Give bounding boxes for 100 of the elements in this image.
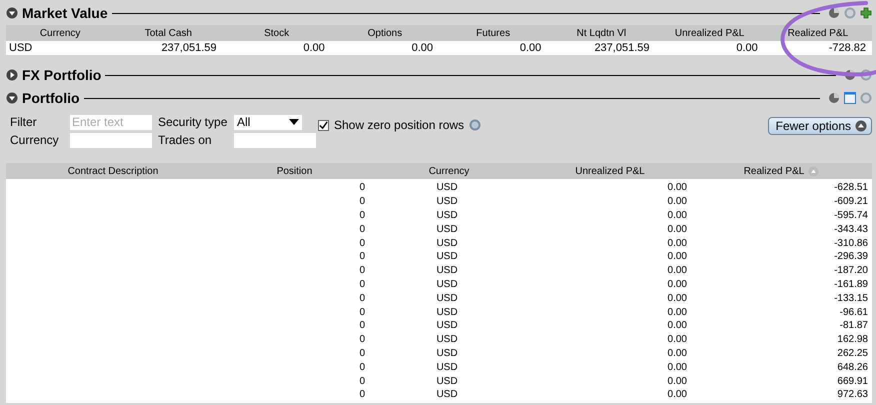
column-header[interactable]: Unrealized P&L [529, 166, 691, 176]
table-cell-text: 0 [358, 320, 366, 332]
column-header[interactable]: Position [220, 166, 369, 176]
table-cell-text: 0 [358, 182, 366, 194]
table-cell-text: USD [435, 389, 459, 400]
column-header[interactable]: Currency [369, 166, 529, 176]
table-cell-text: 0.00 [666, 334, 688, 346]
table-cell-text: USD [435, 251, 459, 262]
pie-chart-icon[interactable] [828, 92, 840, 104]
field-label: Trades on [158, 133, 213, 147]
table-cell-text: -296.39 [833, 251, 869, 262]
table-cell-text: -161.89 [833, 278, 869, 290]
table-cell-text: -187.20 [833, 265, 869, 276]
table-cell-text: 0.00 [666, 348, 688, 359]
table-cell-text: 0.00 [666, 362, 688, 373]
table-cell-text: 0 [358, 251, 366, 262]
column-header[interactable]: Unrealized P&L [656, 28, 764, 38]
filter-field[interactable]: Enter text [70, 114, 152, 130]
table-cell-text: -595.74 [833, 210, 869, 221]
column-header[interactable]: Realized P&L [764, 28, 872, 38]
table-cell-text: 0 [358, 348, 366, 359]
column-header[interactable]: Futures [439, 28, 548, 38]
table-cell-text: 162.98 [836, 334, 869, 346]
table-cell-text: 0 [358, 334, 366, 346]
table-cell-text: 0.00 [410, 42, 434, 54]
table-cell-text: USD [435, 320, 459, 332]
table-cell-text: -81.87 [838, 320, 869, 332]
table-cell-text: 0 [358, 278, 366, 290]
column-header[interactable]: Currency [6, 28, 114, 38]
table-cell-text: USD [435, 334, 459, 346]
table-cell-text: USD [435, 292, 459, 304]
table-cell-text: USD [435, 182, 459, 194]
section-title: FX Portfolio [22, 67, 102, 83]
column-header[interactable]: Contract Description [6, 166, 220, 176]
table-cell-text: -96.61 [838, 306, 869, 318]
table-cell-text: -628.51 [833, 182, 869, 194]
table-cell-text: USD [435, 265, 459, 276]
window-icon[interactable] [844, 92, 856, 104]
section-title: Portfolio [22, 90, 80, 106]
table-cell-text: 0 [358, 292, 366, 304]
table-cell-text: 0 [358, 389, 366, 400]
table-cell-text: 0.00 [666, 376, 688, 387]
table-cell-text: 0.00 [666, 292, 688, 304]
table-cell-text: 0 [358, 362, 366, 373]
table-cell-text: 0.00 [666, 320, 688, 332]
table-cell-text: 0 [358, 238, 366, 249]
table-cell-text: 0.00 [302, 42, 326, 54]
table-cell-text: 0 [358, 306, 366, 318]
table-cell-text: USD [435, 306, 459, 318]
column-header[interactable]: Options [330, 28, 439, 38]
table-cell-text: -133.15 [833, 292, 869, 304]
table-cell-text: 0 [358, 376, 366, 387]
collapse-toggle-icon[interactable] [6, 92, 18, 104]
checkbox-label: Show zero position rows [334, 118, 464, 132]
table-cell-text: USD [435, 210, 459, 221]
table-cell-text: -343.43 [833, 224, 869, 235]
table-cell-text: USD [435, 238, 459, 249]
security-type-dropdown[interactable]: All [234, 114, 302, 130]
table-cell-text: -310.86 [833, 238, 869, 249]
table-cell-text: 669.91 [836, 376, 869, 387]
checkbox[interactable] [318, 120, 329, 130]
table-cell-text: USD [435, 362, 459, 373]
table-cell-text: 0.00 [518, 42, 542, 54]
currency-field[interactable] [70, 132, 152, 148]
table-cell-text: USD [435, 348, 459, 359]
table-cell-text: 0.00 [666, 210, 688, 221]
table-cell-text: USD [435, 224, 459, 235]
table-cell-text: 0.00 [666, 196, 688, 208]
table-cell-text: 262.25 [836, 348, 869, 359]
collapse-icon[interactable] [855, 120, 867, 132]
table-cell-text: 0.00 [666, 182, 688, 194]
pie-chart-icon[interactable] [828, 7, 840, 19]
column-header[interactable]: Total Cash [114, 28, 222, 38]
table-cell-text: 0.00 [666, 238, 688, 249]
column-header[interactable]: Nt Lqdtn Vl [547, 28, 656, 38]
section-title: Market Value [22, 5, 108, 21]
field-label: Security type [158, 115, 228, 129]
help-icon[interactable] [860, 69, 872, 81]
expand-toggle-icon[interactable] [6, 69, 18, 81]
table-cell-text: USD [435, 278, 459, 290]
fewer-options-button[interactable]: Fewer options [768, 117, 872, 135]
column-header[interactable]: Realized P&L [691, 166, 872, 176]
table-cell-text: 0.00 [666, 224, 688, 235]
field-label: Filter [10, 115, 38, 129]
table-cell-text: USD [435, 196, 459, 208]
table-cell-text: 0.00 [666, 389, 688, 400]
table-cell-text: 0 [358, 210, 366, 221]
table-cell-text: 0 [358, 265, 366, 276]
table-cell-text: -728.82 [828, 42, 867, 54]
help-icon[interactable] [469, 119, 482, 131]
column-header[interactable]: Stock [222, 28, 331, 38]
table-cell-text: -609.21 [833, 196, 869, 208]
table-cell-text: 237,051.59 [593, 42, 650, 54]
table-cell-text: 0 [358, 224, 366, 235]
add-icon[interactable] [860, 7, 872, 19]
table-cell-text: 0.00 [666, 265, 688, 276]
collapse-toggle-icon[interactable] [6, 7, 18, 19]
table-cell-text: 0.00 [666, 251, 688, 262]
caret-icon[interactable] [289, 119, 299, 125]
trades-on-field[interactable] [234, 132, 316, 148]
